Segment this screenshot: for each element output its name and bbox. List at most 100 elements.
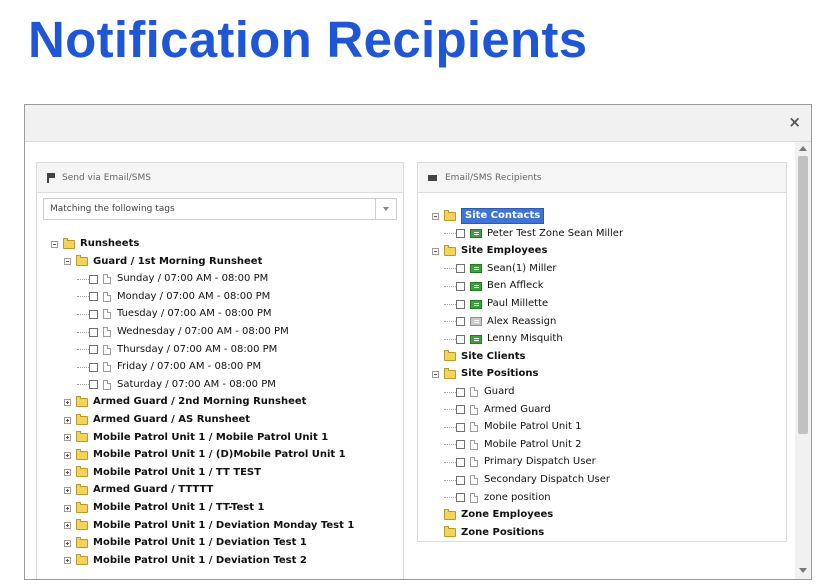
recipient-checkbox[interactable] [456, 334, 465, 344]
tree-item-label: Armed Guard / AS Runsheet [93, 414, 251, 425]
recipient-checkbox[interactable] [456, 299, 465, 309]
recipient-checkbox[interactable] [456, 281, 465, 291]
recipient-checkbox[interactable] [89, 327, 98, 337]
tree-folder-item[interactable]: Site Employees [432, 243, 547, 259]
tree-leaf-item[interactable]: Peter Test Zone Sean Miller [444, 226, 623, 242]
tree-folder-item[interactable]: Runsheets [51, 236, 139, 252]
tree-connector [444, 426, 456, 428]
chevron-down-icon[interactable] [375, 199, 396, 219]
tree-folder-item[interactable]: Site Contacts [432, 208, 545, 224]
tree-leaf-item[interactable]: Armed Guard [444, 402, 551, 418]
tree-leaf-item[interactable]: Mobile Patrol Unit 1 [444, 419, 581, 435]
tree-folder-item[interactable]: Mobile Patrol Unit 1 / TT TEST [64, 465, 261, 481]
tree-item-label: Guard [484, 386, 515, 397]
recipient-checkbox[interactable] [89, 274, 98, 284]
tree-leaf-item[interactable]: Saturday / 07:00 AM - 08:00 PM [77, 377, 276, 393]
tree-folder-item[interactable]: Mobile Patrol Unit 1 / Mobile Patrol Uni… [64, 430, 328, 446]
folder-icon [63, 237, 75, 249]
tree-folder-item[interactable]: Zone Positions [432, 525, 544, 541]
tree-leaf-item[interactable]: zone position [444, 490, 551, 506]
collapse-icon[interactable] [432, 212, 439, 220]
collapse-icon[interactable] [432, 247, 439, 255]
recipient-checkbox[interactable] [89, 345, 98, 355]
scroll-up-icon[interactable] [799, 146, 807, 151]
tree-folder-item[interactable]: Mobile Patrol Unit 1 / Deviation Test 1 [64, 535, 307, 551]
modal-scrollbar[interactable] [795, 142, 811, 579]
tree-item-label: Mobile Patrol Unit 1 / (D)Mobile Patrol … [93, 449, 346, 461]
expand-icon[interactable] [64, 416, 71, 424]
tree-leaf-item[interactable]: Guard [444, 384, 515, 400]
tree-folder-item[interactable]: Mobile Patrol Unit 1 / TT-Test 1 [64, 500, 264, 516]
recipient-checkbox[interactable] [456, 405, 465, 415]
recipient-checkbox[interactable] [456, 457, 465, 467]
tree-leaf-item[interactable]: Ben Affleck [444, 278, 543, 294]
tree-folder-item[interactable]: Site Clients [432, 349, 526, 365]
tree-leaf-item[interactable]: Monday / 07:00 AM - 08:00 PM [77, 289, 270, 305]
scroll-down-icon[interactable] [799, 568, 807, 573]
tree-item-label: Primary Dispatch User [484, 456, 596, 468]
expand-icon[interactable] [64, 434, 71, 442]
tree-leaf-item[interactable]: Primary Dispatch User [444, 454, 596, 470]
recipient-checkbox[interactable] [456, 422, 465, 432]
expand-icon[interactable] [64, 522, 71, 530]
recipient-checkbox[interactable] [456, 440, 465, 450]
tree-item-label: Zone Employees [461, 509, 554, 521]
recipient-checkbox[interactable] [456, 317, 465, 327]
tree-connector [444, 233, 456, 235]
tree-leaf-item[interactable]: Mobile Patrol Unit 2 [444, 437, 581, 453]
expand-icon[interactable] [64, 451, 71, 459]
collapse-icon[interactable] [432, 370, 439, 378]
expand-icon[interactable] [64, 539, 71, 547]
scrollbar-thumb[interactable] [798, 156, 808, 434]
expand-icon[interactable] [64, 486, 71, 494]
tree-item-label: Mobile Patrol Unit 1 / Deviation Test 1 [93, 537, 307, 549]
recipient-checkbox[interactable] [456, 387, 465, 397]
folder-icon [76, 255, 88, 267]
tree-leaf-item[interactable]: Sunday / 07:00 AM - 08:00 PM [77, 271, 268, 287]
tree-leaf-item[interactable]: Thursday / 07:00 AM - 08:00 PM [77, 342, 277, 358]
tree-folder-item[interactable]: Mobile Patrol Unit 1 / Deviation Test 2 [64, 553, 307, 569]
recipient-checkbox[interactable] [89, 380, 98, 390]
expand-icon[interactable] [64, 398, 71, 406]
recipient-checkbox[interactable] [89, 292, 98, 302]
expand-icon[interactable] [64, 469, 71, 477]
tree-folder-item[interactable]: Armed Guard / TTTTT [64, 482, 213, 498]
folder-icon [76, 395, 88, 407]
collapse-icon[interactable] [64, 258, 71, 266]
tree-connector [444, 497, 456, 499]
tree-leaf-item[interactable]: Secondary Dispatch User [444, 472, 610, 488]
tree-folder-item[interactable]: Armed Guard / AS Runsheet [64, 412, 250, 428]
recipient-checkbox[interactable] [456, 229, 465, 239]
tree-leaf-item[interactable]: Tuesday / 07:00 AM - 08:00 PM [77, 306, 272, 322]
tree-leaf-item[interactable]: Alex Reassign [444, 314, 556, 330]
tree-folder-item[interactable]: Mobile Patrol Unit 1 / Deviation Monday … [64, 518, 354, 534]
tree-folder-item[interactable]: Mobile Patrol Unit 1 / (D)Mobile Patrol … [64, 447, 346, 463]
tree-folder-item[interactable]: Zone Employees [432, 507, 553, 523]
document-icon [103, 327, 111, 337]
tree-leaf-item[interactable]: Sean(1) Miller [444, 261, 557, 277]
expand-icon[interactable] [64, 504, 71, 512]
collapse-icon[interactable] [51, 240, 58, 248]
recipient-checkbox[interactable] [456, 264, 465, 274]
recipient-checkbox[interactable] [456, 475, 465, 485]
document-icon [470, 439, 478, 450]
tree-connector [444, 444, 456, 446]
tree-connector [444, 303, 456, 305]
tree-leaf-item[interactable]: Wednesday / 07:00 AM - 08:00 PM [77, 324, 289, 340]
tag-match-select[interactable]: Matching the following tags [43, 198, 397, 220]
tree-folder-item[interactable]: Guard / 1st Morning Runsheet [64, 254, 262, 270]
notification-recipients-modal: × Send via Email/SMS Matching the follow… [24, 104, 812, 580]
tree-leaf-item[interactable]: Friday / 07:00 AM - 08:00 PM [77, 359, 261, 375]
recipient-checkbox[interactable] [456, 493, 465, 503]
close-icon[interactable]: × [788, 114, 801, 130]
tree-item-label: Tuesday / 07:00 AM - 08:00 PM [117, 308, 272, 320]
tree-leaf-item[interactable]: Lenny Misquith [444, 331, 563, 347]
tree-folder-item[interactable]: Armed Guard / 2nd Morning Runsheet [64, 394, 306, 410]
expand-icon[interactable] [64, 557, 71, 565]
tree-leaf-item[interactable]: Paul Millette [444, 296, 548, 312]
tree-folder-item[interactable]: Site Positions [432, 366, 538, 382]
recipient-checkbox[interactable] [89, 309, 98, 319]
recipient-checkbox[interactable] [89, 362, 98, 372]
tree-item-label: Mobile Patrol Unit 1 / Deviation Monday … [93, 519, 355, 531]
document-icon [470, 457, 478, 468]
